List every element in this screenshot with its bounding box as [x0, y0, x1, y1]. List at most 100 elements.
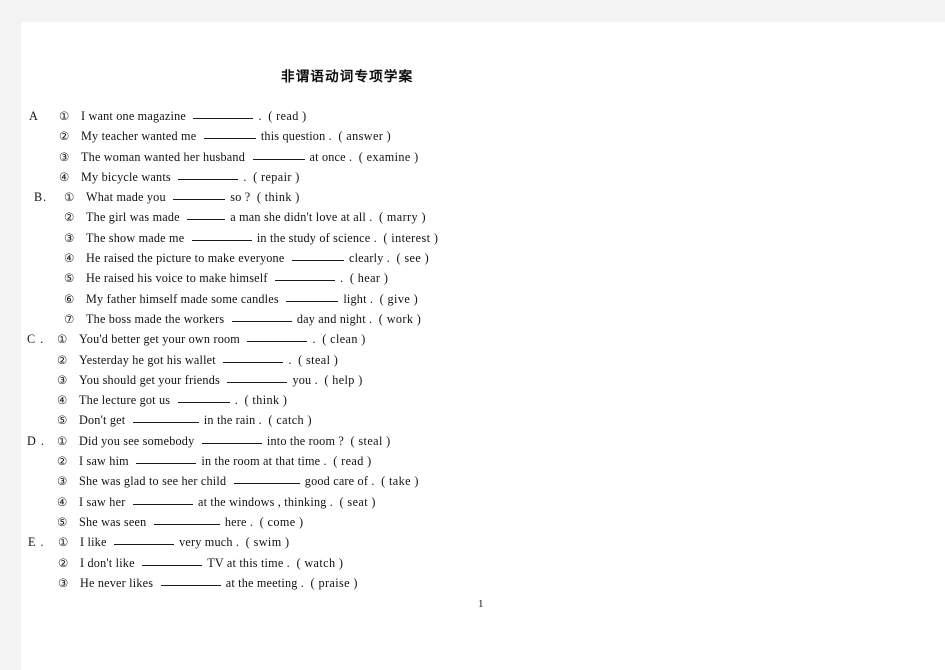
sentence-after-blank: at the windows , thinking . — [197, 494, 334, 509]
item-marker: ⑦ — [64, 312, 75, 326]
item-marker: ⑤ — [64, 272, 75, 286]
verb-cue: ( read ) — [333, 454, 372, 469]
section-letter: C . — [27, 332, 45, 347]
sentence: My teacher wanted me this question . ( ans… — [81, 128, 391, 144]
sentence-before-blank: I want one magazine — [81, 109, 186, 123]
section-letter: D . — [27, 433, 45, 448]
answer-blank[interactable] — [132, 411, 199, 424]
sentence-after-blank: at the meeting . — [225, 575, 305, 590]
item-marker: ② — [58, 556, 69, 570]
answer-blank[interactable] — [177, 391, 230, 404]
verb-cue: ( repair ) — [253, 169, 300, 184]
verb-cue: ( read ) — [268, 109, 307, 123]
answer-blank[interactable] — [227, 371, 288, 383]
verb-cue: ( interest ) — [383, 230, 439, 245]
sentence-before-blank: The woman wanted her husband — [81, 149, 245, 164]
verb-cue: ( take ) — [381, 474, 419, 489]
verb-cue: ( seat ) — [339, 494, 376, 509]
sentence-before-blank: She was glad to see her child — [79, 474, 227, 489]
answer-blank[interactable] — [153, 513, 220, 525]
exercise-line: ⑤ She was seen here . ( come ) — [21, 514, 945, 534]
sentence-before-blank: She was seen — [79, 514, 147, 529]
sentence: Did you see somebody into the room ? ( ste… — [79, 433, 391, 449]
answer-blank[interactable] — [275, 269, 336, 282]
answer-blank[interactable] — [203, 127, 256, 140]
sentence-after-blank: here . — [224, 514, 254, 529]
item-marker: ① — [59, 110, 70, 123]
section-letter: A — [29, 109, 39, 123]
exercise-line: E . ① I like very much . ( swim ) — [21, 534, 945, 554]
answer-blank[interactable] — [201, 432, 262, 444]
sentence: I want one magazine. ( read ) — [81, 108, 307, 124]
verb-cue: ( steal ) — [350, 433, 391, 448]
sentence-before-blank: The show made me — [86, 230, 185, 245]
exercise-line: ③ You should get your friends you . ( help … — [21, 372, 945, 392]
sentence: He raised his voice to make himself. ( he… — [86, 270, 388, 286]
sentence: I don't like TV at this time . ( watch ) — [80, 555, 343, 571]
verb-cue: ( help ) — [324, 372, 363, 387]
answer-blank[interactable] — [173, 188, 226, 201]
exercise-section: E . ① I like very much . ( swim ) ② I don't li… — [21, 534, 945, 595]
answer-blank[interactable] — [231, 310, 292, 322]
sentence-before-blank: My father himself made some candles — [86, 291, 279, 306]
sentence: He never likes at the meeting . ( praise ) — [80, 575, 358, 591]
page-title: 非谓语动词专项学案 — [281, 69, 414, 84]
answer-blank[interactable] — [191, 229, 252, 241]
sentence-before-blank: My teacher wanted me — [81, 129, 197, 144]
answer-blank[interactable] — [247, 330, 308, 343]
verb-cue: ( answer ) — [338, 129, 392, 144]
document-page: 非谓语动词专项学案 A ① I want one magazine. ( read )… — [21, 22, 945, 670]
exercise-line: ② Yesterday he got his wallet. ( steal ) — [21, 352, 945, 372]
answer-blank[interactable] — [136, 452, 197, 465]
sentence-before-blank: Don't get — [79, 413, 126, 428]
verb-cue: ( examine ) — [358, 149, 419, 164]
sentence: You should get your friends you . ( help ) — [79, 372, 363, 388]
sentence: I saw him in the room at that time . ( rea… — [79, 453, 372, 469]
answer-blank[interactable] — [252, 148, 305, 160]
sentence-before-blank: He raised the picture to make everyone — [86, 251, 285, 266]
exercise-line: ③ The show made me in the study of science… — [21, 230, 945, 250]
item-marker: ① — [58, 536, 69, 550]
answer-blank[interactable] — [178, 168, 239, 180]
answer-blank[interactable] — [223, 351, 284, 363]
sentence-before-blank: He raised his voice to make himself — [86, 271, 268, 286]
answer-blank[interactable] — [187, 208, 226, 221]
answer-blank[interactable] — [132, 493, 193, 505]
exercise-line: ⑤ He raised his voice to make himself. ( h… — [21, 270, 945, 290]
exercise-line: ② I don't like TV at this time . ( watch ) — [21, 555, 945, 575]
exercise-section: D . ① Did you see somebody into the room ? (… — [21, 433, 945, 534]
verb-cue: ( give ) — [379, 291, 419, 306]
exercise-line: ⑥ My father himself made some candles ligh… — [21, 291, 945, 311]
sentence: She was seen here . ( come ) — [79, 514, 303, 530]
item-marker: ④ — [57, 495, 68, 509]
section-letter: B. — [34, 190, 48, 205]
sentence-before-blank: Yesterday he got his wallet — [79, 352, 216, 367]
sentence-after-blank: in the room at that time . — [201, 454, 327, 469]
exercise-line: ③ The woman wanted her husband at once . ( … — [21, 149, 945, 169]
exercise-list: A ① I want one magazine. ( read ) ② My teache… — [21, 108, 945, 595]
verb-cue: ( steal ) — [298, 352, 339, 367]
item-marker: ③ — [57, 475, 68, 489]
sentence: Yesterday he got his wallet. ( steal ) — [79, 352, 338, 368]
sentence-after-blank: . — [312, 332, 316, 347]
answer-blank[interactable] — [286, 290, 339, 302]
answer-blank[interactable] — [160, 574, 221, 586]
sentence-after-blank: TV at this time . — [207, 555, 290, 570]
answer-blank[interactable] — [233, 472, 300, 485]
sentence-after-blank: you . — [292, 372, 318, 387]
sentence: I like very much . ( swim ) — [80, 534, 290, 550]
item-marker: ② — [64, 211, 75, 225]
answer-blank[interactable] — [291, 249, 344, 262]
sentence-before-blank: The boss made the workers — [86, 311, 225, 326]
answer-blank[interactable] — [142, 554, 203, 566]
exercise-line: A ① I want one magazine. ( read ) — [21, 108, 945, 128]
sentence: What made you so ? ( think ) — [86, 189, 300, 205]
sentence-before-blank: You'd better get your own room — [79, 332, 240, 347]
sentence-before-blank: I saw him — [79, 454, 129, 469]
answer-blank[interactable] — [114, 533, 175, 546]
answer-blank[interactable] — [193, 107, 254, 119]
exercise-line: ④ He raised the picture to make everyone c… — [21, 250, 945, 270]
sentence-after-blank: at once . — [309, 149, 353, 164]
sentence: I saw her at the windows , thinking . ( se… — [79, 494, 376, 510]
verb-cue: ( work ) — [378, 311, 422, 326]
